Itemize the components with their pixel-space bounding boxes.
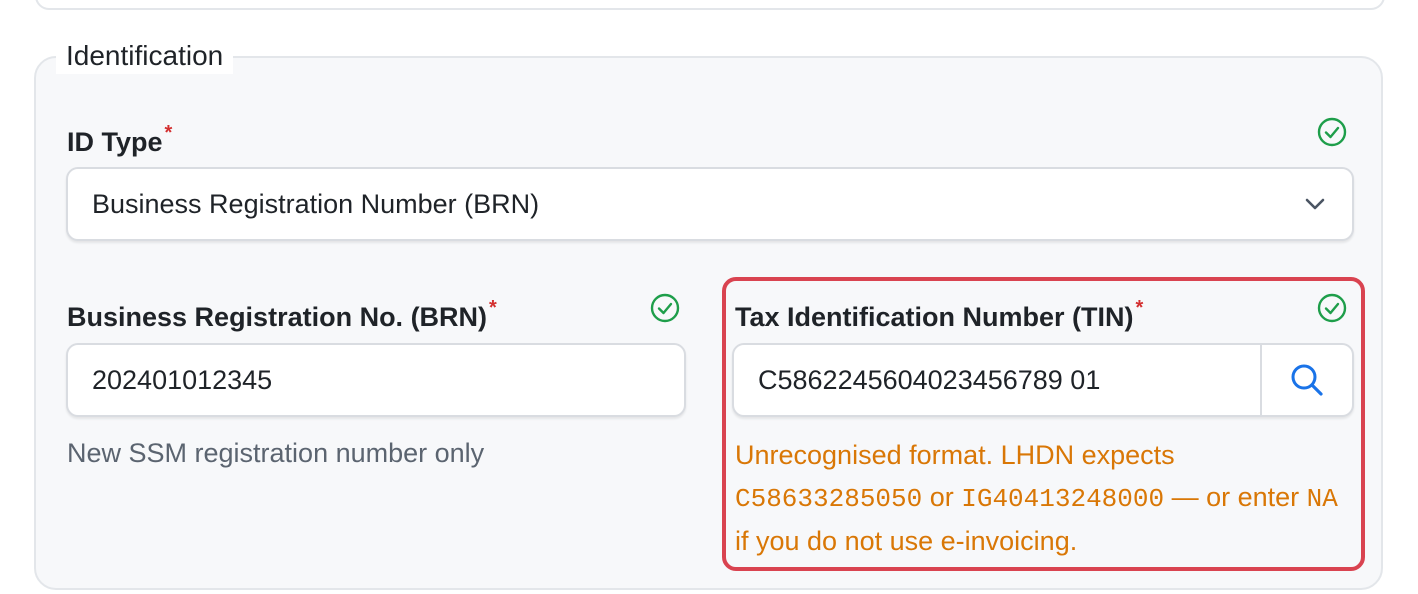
id-type-label: ID Type * <box>67 117 172 158</box>
id-type-select[interactable]: Business Registration Number (BRN) <box>66 167 1354 241</box>
error-example-code: C58633285050 <box>735 484 923 514</box>
error-text: if you do not use e-invoicing. <box>735 526 1078 556</box>
error-example-code: IG40413248000 <box>961 484 1165 514</box>
brn-hint: New SSM registration number only <box>67 438 485 468</box>
brn-label: Business Registration No. (BRN) * <box>67 292 497 333</box>
previous-section-card <box>35 0 1385 10</box>
brn-label-text: Business Registration No. (BRN) <box>67 302 488 332</box>
brn-input-value: 202401012345 <box>92 365 273 395</box>
search-icon <box>1291 364 1323 396</box>
check-circle-icon <box>1317 293 1347 323</box>
error-text: or <box>922 482 962 512</box>
id-type-label-text: ID Type <box>67 127 163 157</box>
tin-input-value: C5862245604023456789 01 <box>758 365 1101 395</box>
brn-input[interactable]: 202401012345 <box>66 343 686 417</box>
check-circle-icon <box>650 293 680 323</box>
required-mark: * <box>164 122 173 144</box>
error-example-code: NA <box>1306 484 1338 514</box>
tin-search-button[interactable] <box>1260 345 1352 415</box>
tin-label: Tax Identification Number (TIN) * <box>735 292 1143 333</box>
id-type-selected-value: Business Registration Number (BRN) <box>92 189 540 219</box>
section-title: Identification <box>56 38 234 74</box>
tin-label-text: Tax Identification Number (TIN) <box>735 302 1134 332</box>
required-mark: * <box>1135 297 1144 319</box>
chevron-down-icon <box>1305 198 1325 210</box>
tin-input[interactable]: C5862245604023456789 01 <box>732 343 1354 417</box>
required-mark: * <box>489 297 497 319</box>
error-text: — or enter <box>1164 482 1307 512</box>
error-text: Unrecognised format. LHDN expects <box>735 440 1175 470</box>
check-circle-icon <box>1317 117 1347 147</box>
tin-error-message: Unrecognised format. LHDN expects C58633… <box>735 434 1355 562</box>
